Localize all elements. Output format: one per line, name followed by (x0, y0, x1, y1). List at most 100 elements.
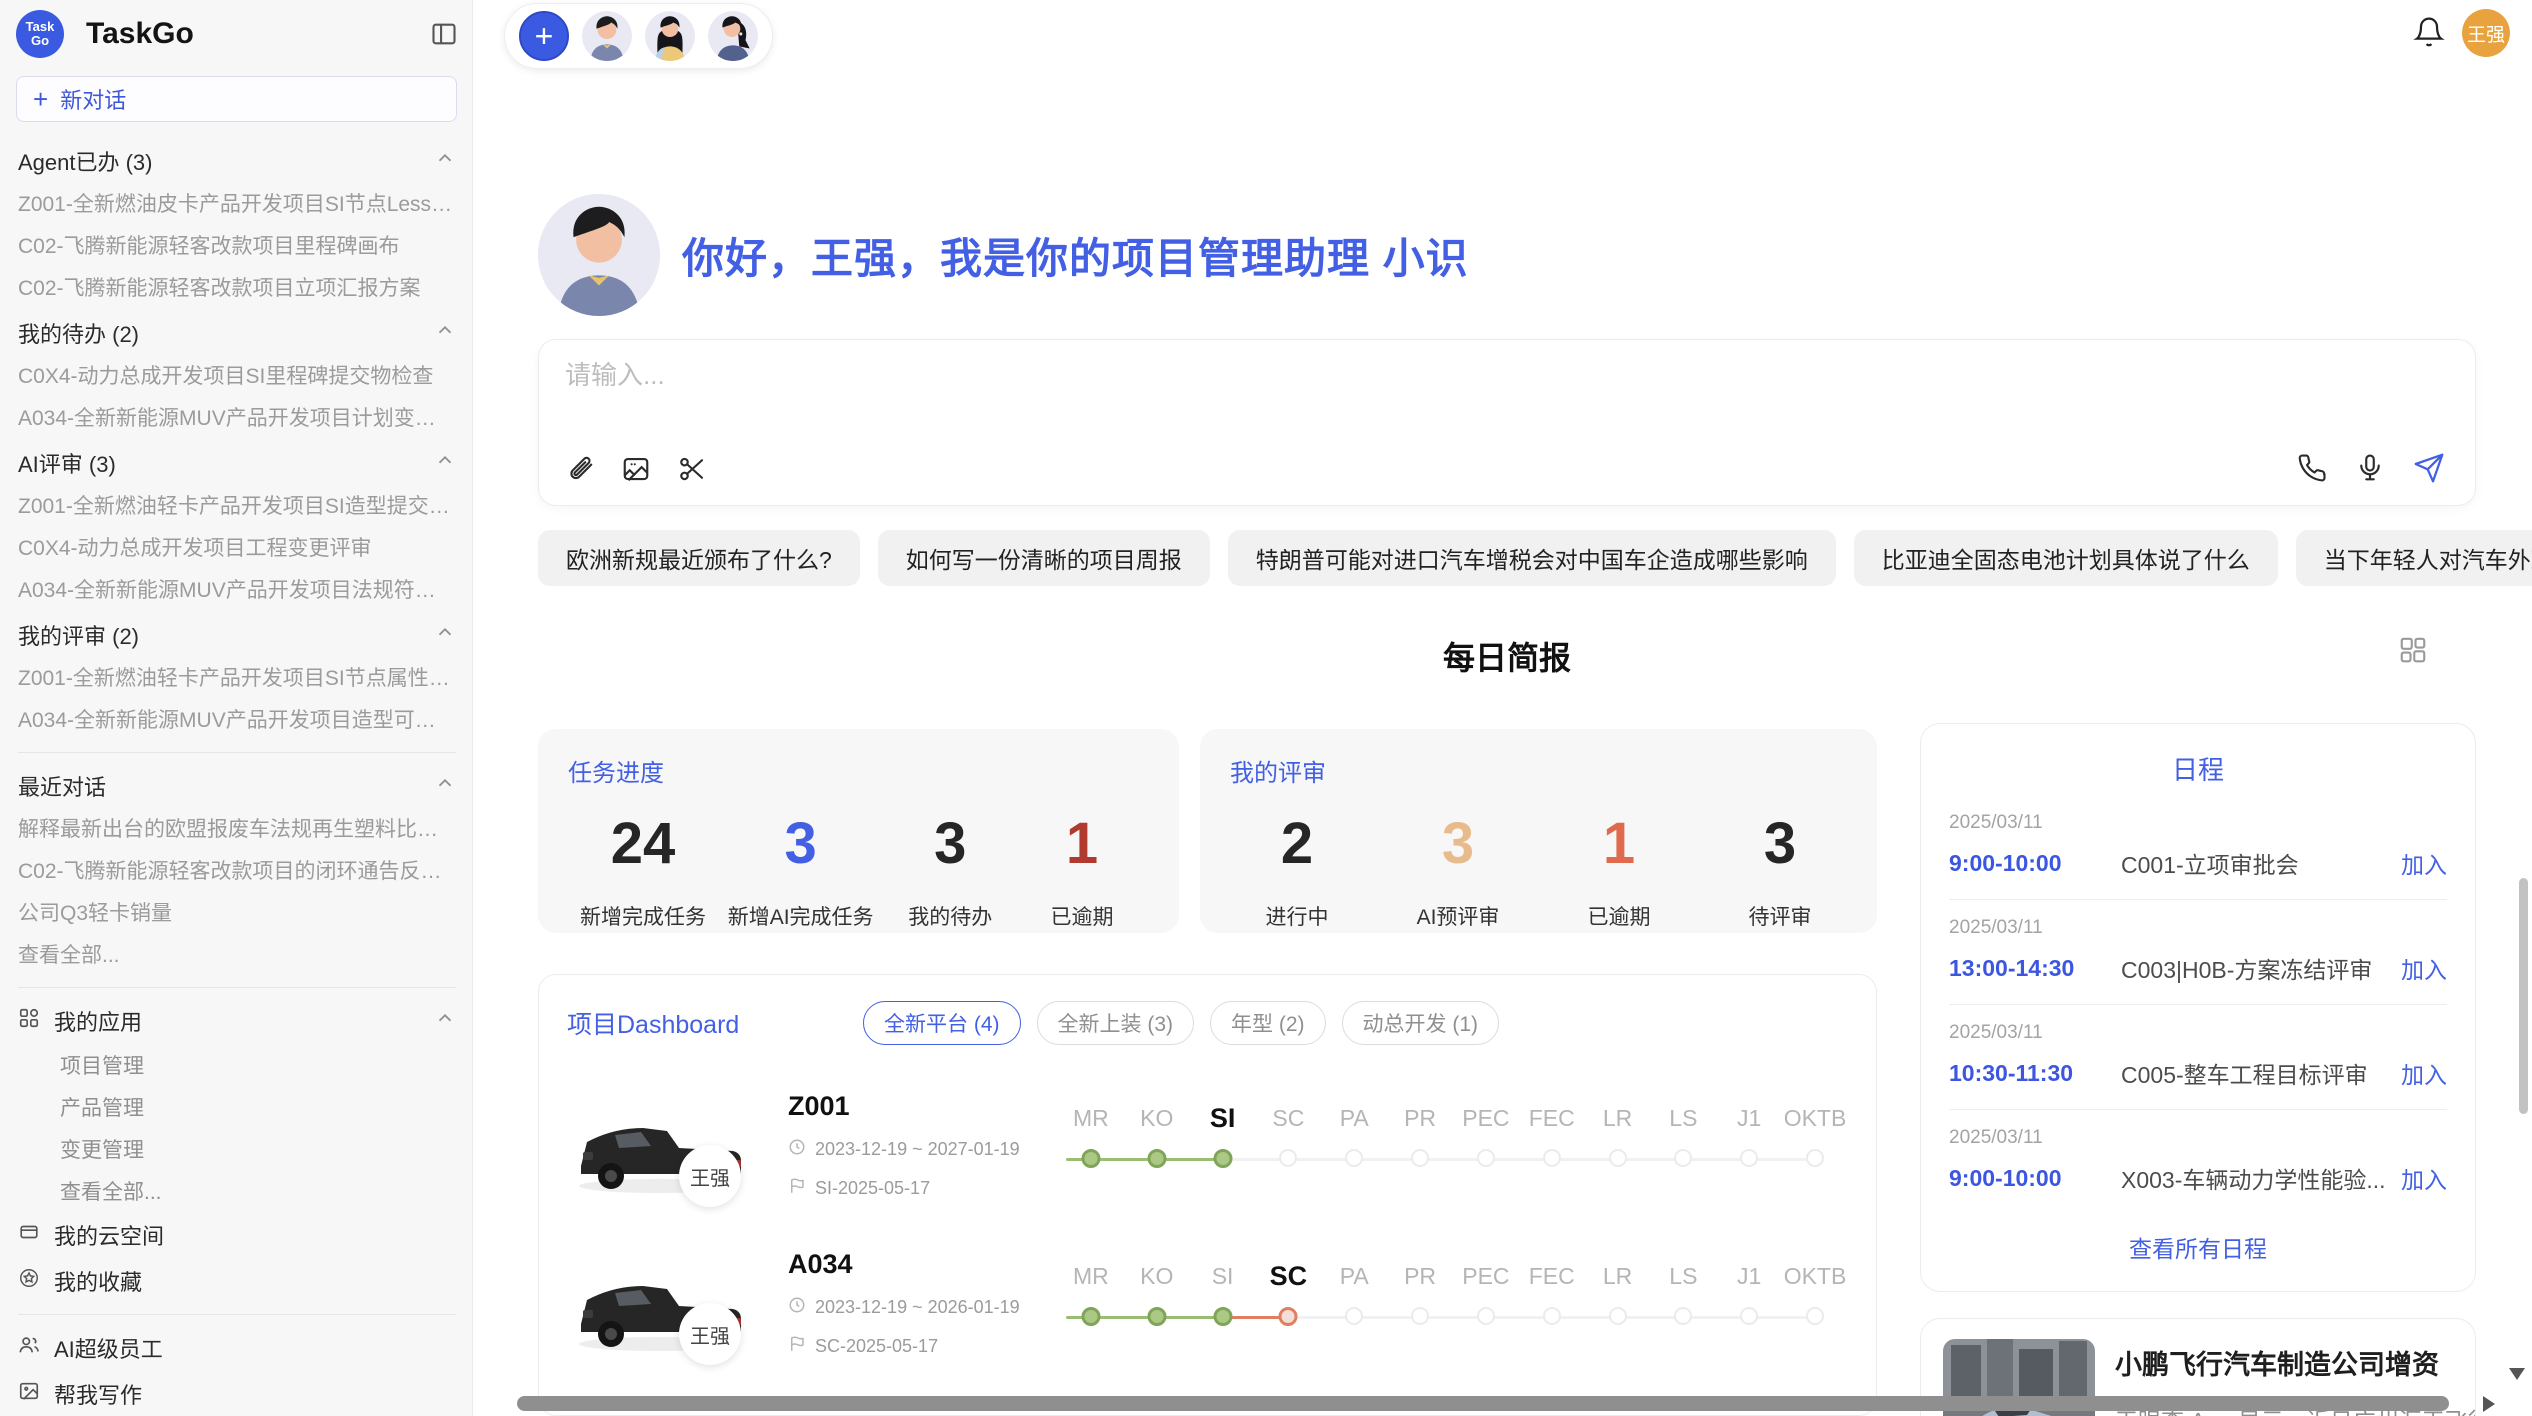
chevron-up-icon[interactable] (434, 319, 456, 347)
divider (18, 1314, 456, 1315)
recent-chat-item[interactable]: 公司Q3轻卡销量 (18, 893, 456, 935)
sidebar-item[interactable]: C0X4-动力总成开发项目SI里程碑提交物检查 (18, 356, 456, 398)
add-member-button[interactable]: + (519, 11, 569, 61)
sidebar-item[interactable]: Z001-全新燃油皮卡产品开发项目SI节点Lesson Learn报告 (18, 184, 456, 226)
card-title: 我的评审 (1230, 753, 1847, 788)
project-info: Z001 2023-12-19 ~ 2027-01-19 SI-2025-05-… (752, 1091, 1052, 1200)
card-title: 任务进度 (568, 753, 1149, 788)
recent-chat-item[interactable]: C02-飞腾新能源轻客改款项目的闭环通告反馈情况 (18, 851, 456, 893)
join-link[interactable]: 加入 (2401, 846, 2447, 880)
sidebar-item[interactable]: C02-飞腾新能源轻客改款项目立项汇报方案 (18, 268, 456, 310)
sidebar-item[interactable]: C02-飞腾新能源轻客改款项目里程碑画布 (18, 226, 456, 268)
milestone-dot (1081, 1307, 1100, 1326)
milestone-dot (1740, 1307, 1758, 1325)
apps-view-all[interactable]: 查看全部... (18, 1170, 456, 1212)
schedule-item: 2025/03/11 10:30-11:30 C005-整车工程目标评审 加入 (1949, 1005, 2447, 1110)
layout-grid-icon[interactable] (2398, 635, 2428, 670)
sidebar-item-favorites[interactable]: 我的收藏 (18, 1258, 456, 1304)
section-my-review[interactable]: 我的评审 (2) (18, 612, 456, 658)
recent-chat-item[interactable]: 解释最新出台的欧盟报废车法规再生塑料比例被调至15%... (18, 809, 456, 851)
tab-powertrain-dev[interactable]: 动总开发 (1) (1342, 1001, 1500, 1045)
chat-input[interactable] (565, 360, 2449, 391)
flag-icon (788, 1177, 806, 1200)
milestone-label: LR (1585, 1259, 1651, 1293)
chevron-up-icon[interactable] (434, 772, 456, 800)
join-link[interactable]: 加入 (2401, 951, 2447, 985)
suggestion-chip[interactable]: 比亚迪全固态电池计划具体说了什么 (1854, 530, 2278, 586)
tab-year-model[interactable]: 年型 (2) (1210, 1001, 1326, 1045)
new-chat-button[interactable]: + 新对话 (16, 76, 457, 122)
milestone-label: PR (1387, 1259, 1453, 1293)
scissors-icon[interactable] (677, 454, 707, 489)
stat: 2 进行中 (1242, 810, 1352, 931)
suggestion-chip[interactable]: 特朗普可能对进口汽车增税会对中国车企造成哪些影响 (1228, 530, 1836, 586)
phone-icon[interactable] (2297, 453, 2327, 488)
join-link[interactable]: 加入 (2401, 1056, 2447, 1090)
project-vehicle-image: 王强 (567, 1087, 752, 1203)
sidebar-item-help-writing[interactable]: 帮我写作 (18, 1371, 456, 1416)
notification-bell-icon[interactable] (2413, 16, 2445, 53)
section-ai-review[interactable]: AI评审 (3) (18, 440, 456, 486)
apps-grid-icon (18, 1007, 40, 1035)
sidebar-item-ai-employee[interactable]: AI超级员工 (18, 1325, 456, 1371)
cloud-drive-icon (18, 1221, 40, 1249)
send-icon[interactable] (2413, 452, 2445, 489)
scroll-down-arrow[interactable] (2509, 1368, 2525, 1380)
suggestion-chip[interactable]: 欧洲新规最近颁布了什么? (538, 530, 860, 586)
milestone-dot (1674, 1149, 1692, 1167)
milestone-dot (1345, 1307, 1363, 1325)
sidebar-item[interactable]: Z001-全新燃油轻卡产品开发项目SI造型提交物评审 (18, 486, 456, 528)
sidebar-toggle-icon[interactable] (430, 20, 458, 48)
avatar[interactable] (645, 11, 695, 61)
milestone-label: PA (1321, 1101, 1387, 1135)
section-recent-chats[interactable]: 最近对话 (18, 763, 456, 809)
assistant-avatar (538, 194, 660, 316)
milestone-label: FEC (1519, 1259, 1585, 1293)
chevron-up-icon[interactable] (434, 621, 456, 649)
sidebar-item-my-apps[interactable]: 我的应用 (18, 998, 456, 1044)
avatar[interactable] (708, 11, 758, 61)
sidebar-item[interactable]: A034-全新新能源MUV产品开发项目造型可行性评审 (18, 700, 456, 742)
view-all-schedule-link[interactable]: 查看所有日程 (1921, 1214, 2475, 1274)
sidebar-item-product-mgmt[interactable]: 产品管理 (18, 1086, 456, 1128)
recent-view-all[interactable]: 查看全部... (18, 935, 456, 977)
sidebar-item[interactable]: A034-全新新能源MUV产品开发项目法规符合性评审 (18, 570, 456, 612)
app-logo: Task Go (16, 10, 64, 58)
sidebar-item-cloud-space[interactable]: 我的云空间 (18, 1212, 456, 1258)
milestone-label: PR (1387, 1101, 1453, 1135)
chevron-up-icon[interactable] (434, 147, 456, 175)
sidebar-item-change-mgmt[interactable]: 变更管理 (18, 1128, 456, 1170)
suggestion-chip[interactable]: 如何写一份清晰的项目周报 (878, 530, 1210, 586)
project-row[interactable]: 王强 A034 2023-12-19 ~ 2026-01-19 SC-2025-… (567, 1245, 1848, 1361)
sidebar-item[interactable]: A034-全新新能源MUV产品开发项目计划变更表编写 (18, 398, 456, 440)
milestone-dot (1609, 1307, 1627, 1325)
main-area: + 王强 你好，王强，我是你的项目管理助理 小识 (473, 0, 2532, 1416)
horizontal-scrollbar-thumb[interactable] (517, 1396, 2449, 1411)
scroll-right-arrow[interactable] (2483, 1396, 2495, 1412)
avatar[interactable] (582, 11, 632, 61)
user-avatar[interactable]: 王强 (2462, 9, 2510, 57)
chevron-up-icon[interactable] (434, 1007, 456, 1035)
sidebar-item[interactable]: Z001-全新燃油轻卡产品开发项目SI节点属性5D文件评审 (18, 658, 456, 700)
milestone-label: PA (1321, 1259, 1387, 1293)
suggestion-chip[interactable]: 当下年轻人对汽车外观有怎样的喜好趋势 (2296, 530, 2532, 586)
chevron-up-icon[interactable] (434, 449, 456, 477)
milestone-dot (1543, 1307, 1561, 1325)
microphone-icon[interactable] (2355, 453, 2385, 488)
vertical-scrollbar-thumb[interactable] (2519, 878, 2528, 1114)
sidebar-item[interactable]: C0X4-动力总成开发项目工程变更评审 (18, 528, 456, 570)
tab-new-upfit[interactable]: 全新上装 (3) (1037, 1001, 1195, 1045)
section-my-todo[interactable]: 我的待办 (2) (18, 310, 456, 356)
milestone-label: SC (1255, 1101, 1321, 1135)
sidebar-item-project-mgmt[interactable]: 项目管理 (18, 1044, 456, 1086)
project-row[interactable]: 王强 Z001 2023-12-19 ~ 2027-01-19 SI-2025-… (567, 1087, 1848, 1203)
milestone-dot (1213, 1149, 1232, 1168)
attachment-icon[interactable] (565, 454, 595, 489)
composer (538, 339, 2476, 506)
image-icon[interactable] (621, 454, 651, 489)
join-link[interactable]: 加入 (2401, 1161, 2447, 1195)
section-agent-done[interactable]: Agent已办 (3) (18, 138, 456, 184)
tab-all-new-platform[interactable]: 全新平台 (4) (863, 1001, 1021, 1045)
milestone-label: J1 (1716, 1101, 1782, 1135)
milestone-dot (1477, 1149, 1495, 1167)
